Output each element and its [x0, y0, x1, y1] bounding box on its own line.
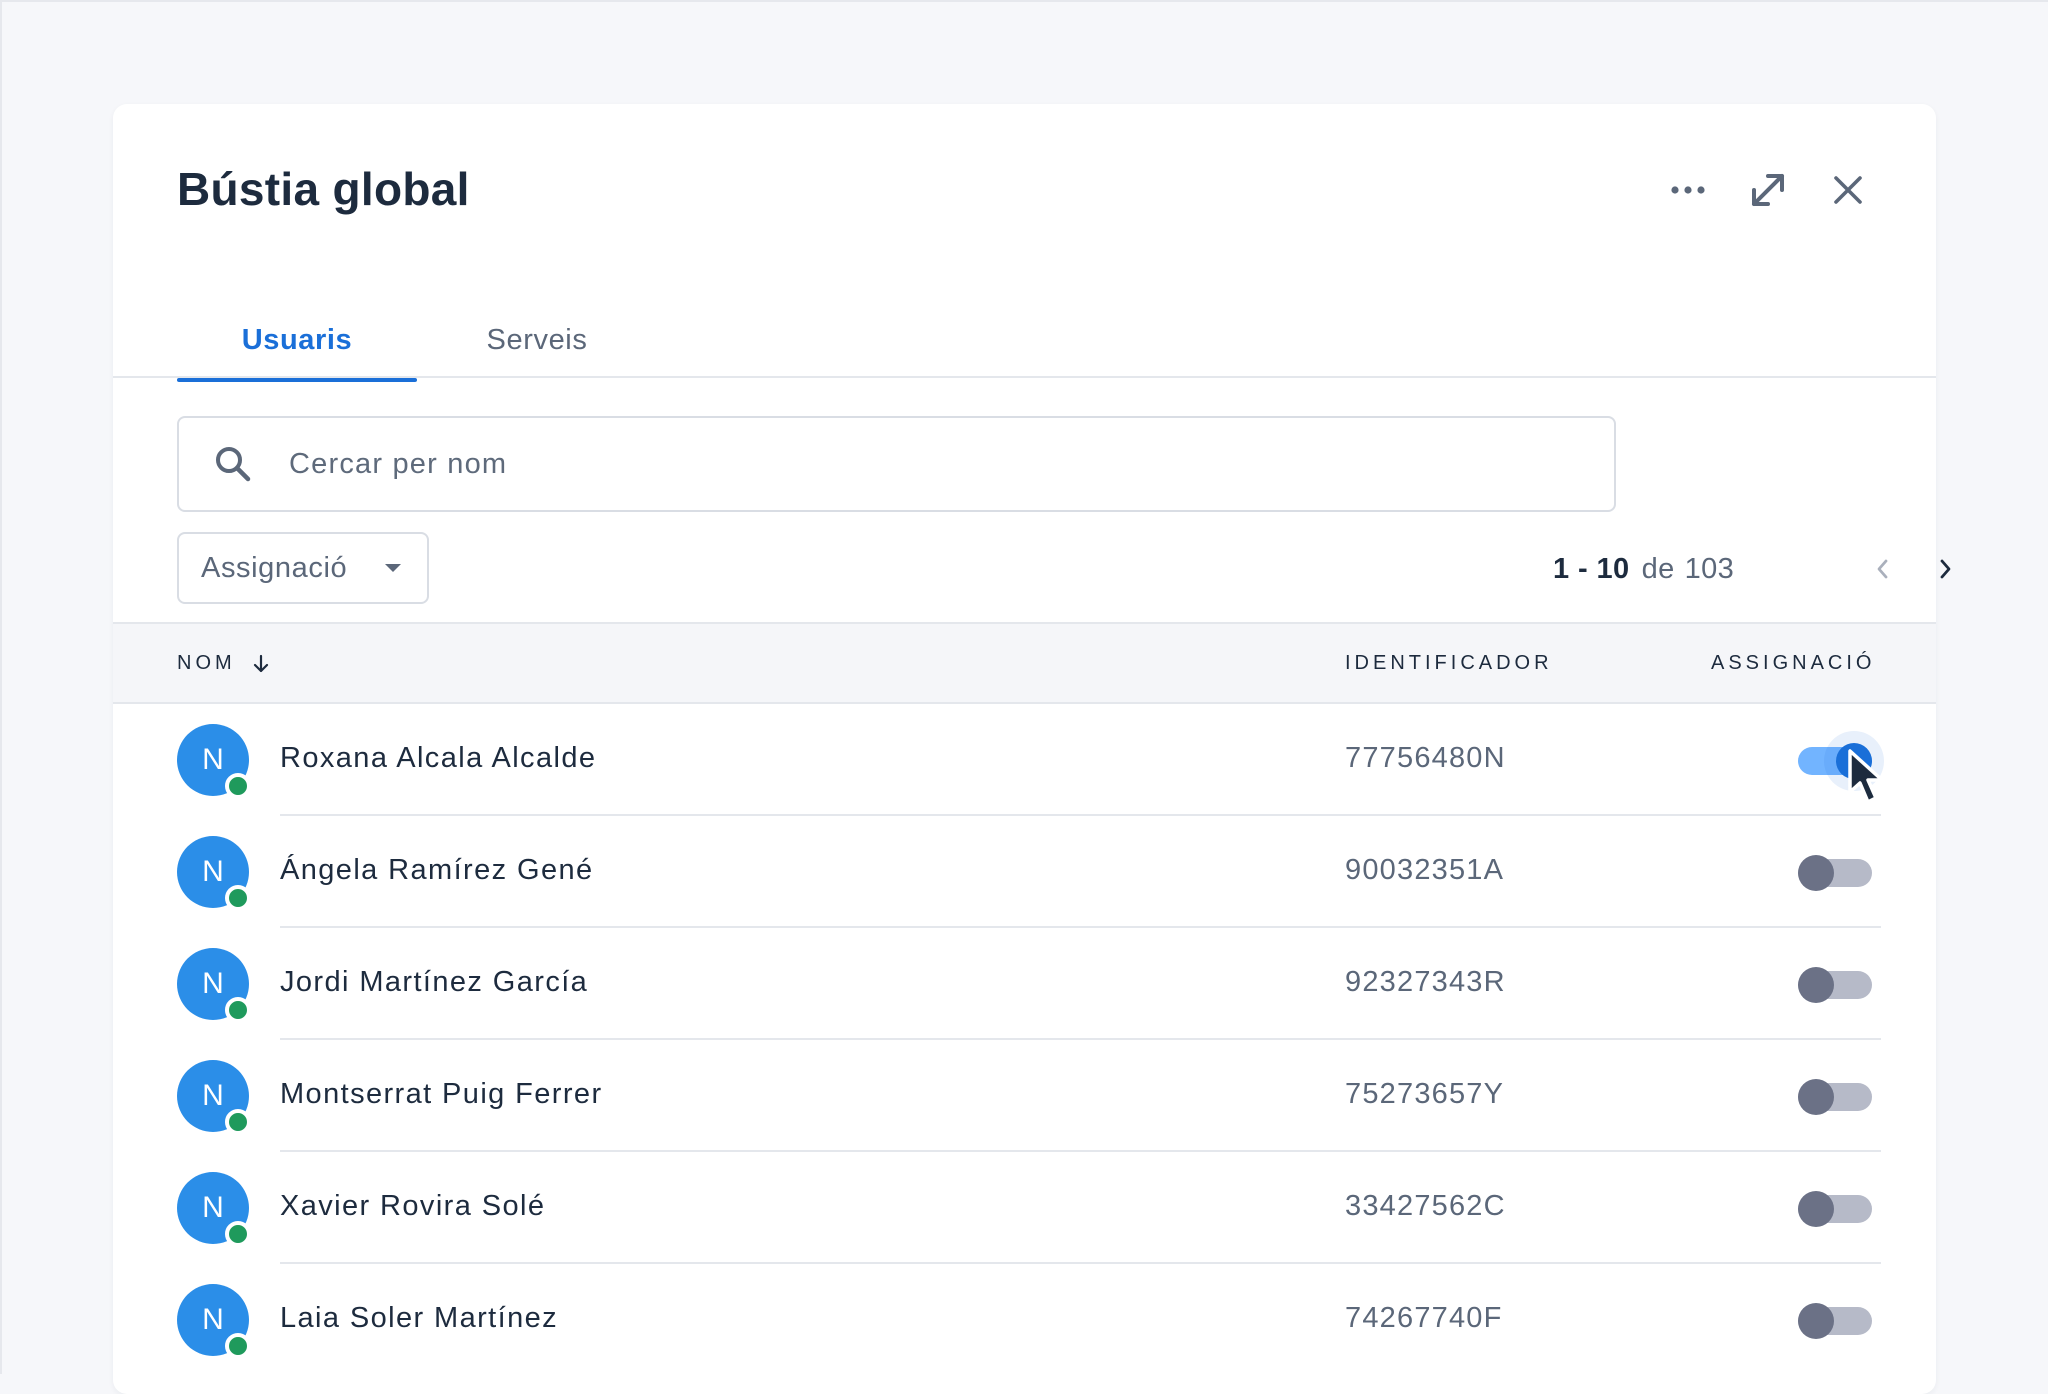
table-row: N Roxana Alcala Alcalde 77756480N: [113, 704, 1936, 816]
assignment-toggle[interactable]: [1798, 1303, 1872, 1339]
search-icon: [216, 447, 251, 482]
table-row: N Xavier Rovira Solé 33427562C: [113, 1152, 1936, 1264]
toggle-knob: [1836, 743, 1872, 779]
assignment-filter-label: Assignació: [201, 551, 348, 584]
online-status-dot: [225, 1333, 251, 1359]
user-name: Ángela Ramírez Gené: [280, 854, 594, 886]
user-name: Xavier Rovira Solé: [280, 1190, 546, 1222]
column-header-id: IDENTIFICADOR: [1345, 652, 1553, 674]
more-options-button[interactable]: [1660, 162, 1716, 218]
user-name: Jordi Martínez García: [280, 966, 589, 998]
global-mailbox-panel: Bústia global Usuaris Serveis Assignació: [113, 104, 1951, 1394]
user-identifier: 90032351A: [1345, 854, 1505, 886]
search-input[interactable]: [289, 438, 1589, 490]
tab-services[interactable]: Serveis: [417, 300, 657, 380]
user-identifier: 74267740F: [1345, 1302, 1503, 1334]
table-row: N Laia Soler Martínez 74267740F: [113, 1264, 1936, 1376]
table-header: NOM IDENTIFICADOR ASSIGNACIÓ: [113, 622, 1936, 704]
user-identifier: 75273657Y: [1345, 1078, 1505, 1110]
pagination-range: 1 - 10: [1553, 552, 1630, 585]
chevron-left-icon: [1877, 559, 1888, 579]
pagination-total: 103: [1684, 552, 1735, 585]
close-icon: [1834, 176, 1862, 204]
assignment-toggle[interactable]: [1798, 855, 1872, 891]
assignment-toggle[interactable]: [1798, 1079, 1872, 1115]
assignment-filter-dropdown[interactable]: Assignació: [177, 532, 429, 604]
table-row: N Montserrat Puig Ferrer 75273657Y: [113, 1040, 1936, 1152]
user-name: Roxana Alcala Alcalde: [280, 742, 597, 774]
user-list: N Roxana Alcala Alcalde 77756480N N Ánge…: [113, 704, 1936, 1376]
toggle-knob: [1798, 967, 1834, 1003]
online-status-dot: [225, 773, 251, 799]
search-box: [177, 416, 1616, 512]
column-header-assignment: ASSIGNACIÓ: [1711, 652, 1876, 674]
table-row: N Jordi Martínez García 92327343R: [113, 928, 1936, 1040]
assignment-toggle[interactable]: [1798, 967, 1872, 1003]
arrow-down-icon: [253, 654, 268, 672]
user-identifier: 33427562C: [1345, 1190, 1506, 1222]
chevron-right-icon: [1940, 559, 1951, 579]
tab-bar: Usuaris Serveis: [177, 300, 657, 382]
assignment-toggle[interactable]: [1798, 743, 1872, 779]
toggle-knob: [1798, 1303, 1834, 1339]
user-identifier: 92327343R: [1345, 966, 1506, 998]
tab-users[interactable]: Usuaris: [177, 300, 417, 382]
online-status-dot: [225, 1109, 251, 1135]
user-name: Montserrat Puig Ferrer: [280, 1078, 603, 1110]
table-row: N Ángela Ramírez Gené 90032351A: [113, 816, 1936, 928]
tabs-divider: [113, 376, 1936, 378]
close-button[interactable]: [1820, 162, 1876, 218]
page-title: Bústia global: [177, 163, 470, 215]
next-page-button[interactable]: [1923, 544, 1967, 594]
expand-button[interactable]: [1740, 162, 1796, 218]
column-header-name-label: NOM: [177, 652, 236, 674]
expand-icon: [1752, 174, 1784, 206]
toggle-knob: [1798, 855, 1834, 891]
assignment-toggle[interactable]: [1798, 1191, 1872, 1227]
toggle-knob: [1798, 1079, 1834, 1115]
online-status-dot: [225, 1221, 251, 1247]
column-header-name[interactable]: NOM: [177, 652, 270, 675]
online-status-dot: [225, 997, 251, 1023]
user-name: Laia Soler Martínez: [280, 1302, 559, 1334]
previous-page-button[interactable]: [1861, 544, 1905, 594]
user-identifier: 77756480N: [1345, 742, 1506, 774]
toggle-knob: [1798, 1191, 1834, 1227]
more-horizontal-icon: [1671, 186, 1705, 194]
pagination-of: de: [1641, 552, 1675, 585]
online-status-dot: [225, 885, 251, 911]
caret-down-icon: [385, 564, 401, 572]
pagination: 1 - 10 de 103: [1553, 544, 1951, 594]
